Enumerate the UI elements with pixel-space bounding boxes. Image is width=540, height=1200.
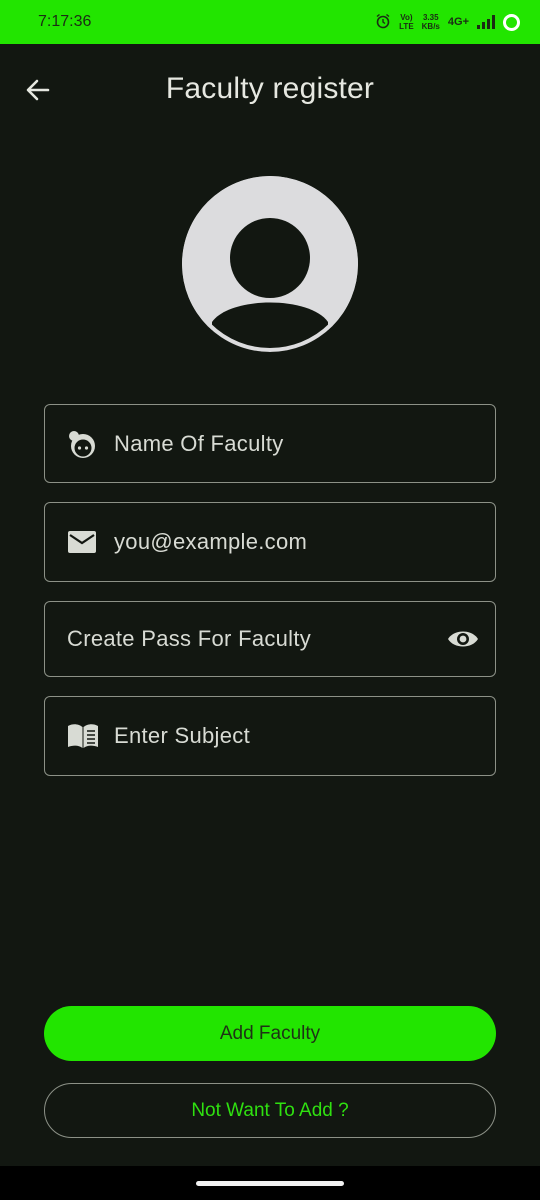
volte-bottom: LTE	[399, 22, 414, 31]
signal-icon	[477, 15, 495, 29]
subject-placeholder: Enter Subject	[114, 723, 250, 748]
battery-ring-icon	[503, 13, 520, 31]
mail-icon	[67, 530, 97, 554]
not-want-to-add-button[interactable]: Not Want To Add ?	[44, 1083, 496, 1138]
speed-unit: KB/s	[421, 22, 440, 31]
faculty-name-field[interactable]: Name Of Faculty	[44, 404, 496, 483]
data-speed: 3.35 KB/s	[422, 13, 440, 31]
home-indicator[interactable]	[196, 1181, 344, 1186]
book-icon	[67, 723, 99, 749]
status-bar: 7:17:36 Vo) LTE 3.35 KB/s 4G+	[0, 0, 540, 44]
email-placeholder: you@example.com	[114, 529, 308, 554]
password-field[interactable]: Create Pass For Faculty	[44, 601, 496, 677]
add-faculty-button[interactable]: Add Faculty	[44, 1006, 496, 1061]
volte-indicator: Vo) LTE	[399, 13, 414, 31]
page-title: Faculty register	[165, 72, 375, 105]
status-icons: Vo) LTE 3.35 KB/s 4G+	[375, 13, 520, 32]
eye-icon[interactable]	[447, 628, 479, 650]
person-avatar-icon[interactable]	[182, 176, 358, 352]
app-bar: Faculty register	[0, 44, 540, 136]
network-type: 4G+	[447, 16, 469, 28]
faculty-name-placeholder: Name Of Faculty	[114, 430, 284, 456]
password-placeholder: Create Pass For Faculty	[67, 626, 312, 651]
volte-top: Vo)	[400, 13, 413, 22]
alarm-icon	[375, 13, 391, 32]
system-nav-bar	[0, 1166, 540, 1200]
face-icon	[67, 428, 99, 460]
status-time: 7:17:36	[38, 13, 92, 30]
email-field[interactable]: you@example.com	[44, 502, 496, 582]
speed-value: 3.35	[422, 13, 439, 22]
subject-field[interactable]: Enter Subject	[44, 696, 496, 776]
